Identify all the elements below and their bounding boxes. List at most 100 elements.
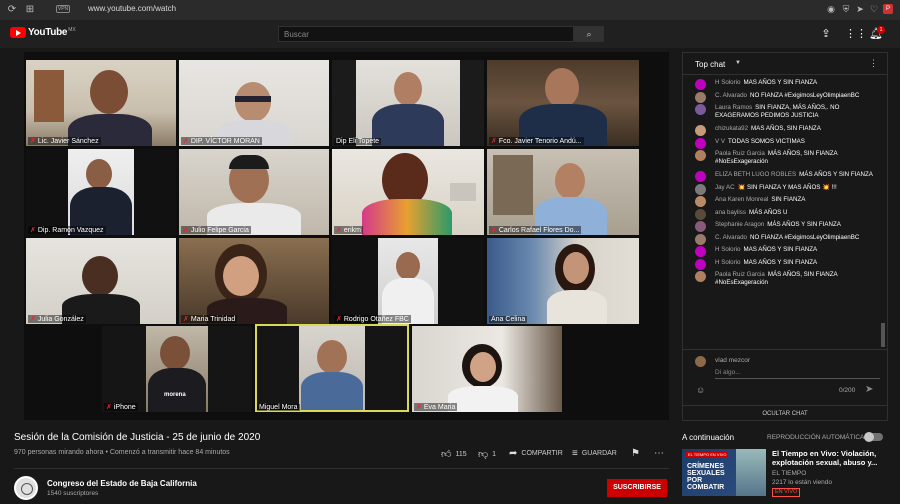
dislike-button[interactable]: 👎︎ 1 [478, 448, 496, 460]
chat-author[interactable]: V V [715, 138, 725, 145]
chat-author[interactable]: ana bayliss [715, 209, 746, 216]
muted-mic-icon: ✗ [30, 227, 36, 234]
chat-message-text: Paola Ruiz Garcia MÁS AÑOS, SIN FIANZA #N… [715, 271, 873, 287]
apps-icon[interactable]: ⋮⋮ [845, 28, 867, 40]
chat-avatar[interactable] [695, 183, 706, 195]
channel-avatar[interactable] [14, 476, 38, 500]
subscribe-button[interactable]: SUSCRIBIRSE [607, 479, 667, 497]
muted-mic-icon: ✗ [416, 404, 422, 411]
participant-tile[interactable]: ✗ DIP. VÍCTOR MORAN [179, 60, 329, 146]
search-input[interactable]: Buscar [278, 26, 574, 42]
chat-avatar[interactable] [695, 208, 706, 220]
chevron-down-icon[interactable]: ▼ [735, 60, 741, 66]
chat-input[interactable]: Di algo... [715, 369, 741, 376]
chat-avatar[interactable] [695, 233, 706, 245]
chat-avatar[interactable] [695, 171, 706, 182]
chat-author[interactable]: Paola Ruiz Garcia [715, 150, 765, 157]
search-icon: ⌕ [586, 29, 592, 39]
participant-tile[interactable]: ✗ Eva Maria [412, 326, 562, 412]
chat-avatar[interactable] [695, 125, 706, 136]
chat-avatar[interactable] [695, 271, 706, 282]
chat-author[interactable]: C. Alvarado [715, 234, 747, 241]
more-button[interactable]: ⋯ [654, 448, 668, 459]
channel-name[interactable]: Congreso del Estado de Baja California [47, 479, 197, 488]
up-next-title[interactable]: El Tiempo en Vivo: Violación, explotació… [772, 449, 892, 467]
chat-author[interactable]: Laura Ramos [715, 104, 752, 111]
active-speaker-tile[interactable]: Miguel Mora [255, 324, 409, 412]
chat-author[interactable]: Paola Ruiz Garcia [715, 271, 765, 278]
chat-message-text: V V TODAS SOMOS VICTIMAS [715, 138, 873, 146]
subscriber-count: 1540 suscriptores [47, 490, 99, 497]
participant-tile[interactable]: ✗ Dip. Ramon Vazquez [26, 149, 176, 235]
upload-icon[interactable]: ⇪ [820, 28, 832, 40]
chat-text: MÁS AÑOS Y SIN FIANZA [799, 171, 873, 178]
participant-tile[interactable]: ✗ Julio Felipe Garcia [179, 149, 329, 235]
participant-tile[interactable]: ✗ Maria Trinidad [179, 238, 329, 324]
chat-scrollbar[interactable] [881, 323, 885, 347]
search-button[interactable]: ⌕ [574, 26, 604, 42]
up-next-thumbnail[interactable]: EL TIEMPO EN VIVO CRÍMENES SEXUALES POR … [682, 449, 766, 496]
youtube-logo[interactable]: YouTube MX [10, 27, 76, 38]
flag-icon: ⚑ [631, 448, 640, 459]
user-avatar [695, 356, 706, 367]
like-button[interactable]: 👍︎ 115 [441, 448, 467, 460]
chat-author[interactable]: Ana Karen Monreal [715, 196, 768, 203]
report-button[interactable]: ⚑ [631, 448, 644, 459]
apps-grid-icon[interactable]: ⊞ [24, 4, 36, 16]
chat-avatar[interactable] [695, 246, 706, 257]
chat-author[interactable]: Jay AC [715, 184, 735, 191]
emoji-icon[interactable]: ☺ [696, 385, 705, 395]
heart-icon[interactable]: ♡ [869, 4, 879, 14]
chat-author[interactable]: ELIZA BETH LUGO ROBLES [715, 171, 796, 178]
reload-icon[interactable]: ⟳ [6, 4, 18, 16]
chat-message-text: Ana Karen Monreal SIN FIANZA [715, 196, 873, 204]
browser-toolbar: ⟳ ⊞ VPN www.youtube.com/watch ◉ ⛨ ➤ ♡ P [0, 0, 900, 20]
chat-avatar[interactable] [695, 150, 706, 161]
participant-tile[interactable]: ✗ Julia González [26, 238, 176, 324]
chat-author[interactable]: H Solorio [715, 259, 740, 266]
char-counter: 0/200 [839, 387, 856, 394]
hide-chat-button[interactable]: OCULTAR CHAT [683, 405, 887, 421]
autoplay-toggle[interactable] [864, 432, 883, 442]
more-vert-icon[interactable]: ⋮ [869, 58, 878, 69]
extension-icon[interactable]: P [883, 4, 893, 14]
up-next-channel: EL TIEMPO [772, 470, 807, 477]
chat-avatar[interactable] [695, 196, 706, 207]
chat-avatar[interactable] [695, 258, 706, 270]
chat-avatar[interactable] [695, 79, 706, 90]
chat-author[interactable]: chizukata92 [715, 125, 748, 132]
save-button[interactable]: ≡ GUARDAR [572, 448, 617, 459]
chat-author[interactable]: H Solorio [715, 246, 740, 253]
participant-tile[interactable]: ✗ Carlos Rafael Flores Do... [487, 149, 639, 235]
youtube-header: YouTube MX Buscar ⌕ ⇪ ⋮⋮ 🔔︎ 1 [0, 20, 900, 48]
chat-mode-dropdown[interactable]: Top chat [695, 60, 725, 69]
send-icon[interactable]: ➤ [865, 384, 873, 395]
participant-tile[interactable]: ✗ Lic. Javier Sánchez [26, 60, 176, 146]
muted-mic-icon: ✗ [336, 227, 342, 234]
chat-author[interactable]: Stephanie Aragon [715, 221, 764, 228]
participant-tile[interactable]: ✗ Fco. Javier Tenorio Andú... [487, 60, 639, 146]
address-bar[interactable]: www.youtube.com/watch [88, 4, 176, 13]
camera-icon[interactable]: ◉ [826, 4, 836, 14]
participant-name: Miguel Mora [257, 404, 300, 411]
participant-tile[interactable]: morena ✗ iPhone [102, 326, 252, 412]
chat-message-list[interactable]: H Solorio MAS AÑOS Y SIN FIANZA C. Alvarad… [683, 77, 883, 347]
vpn-badge-icon[interactable]: VPN [56, 5, 70, 13]
chat-avatar[interactable] [695, 221, 706, 232]
participant-tile[interactable]: ✗ erikm [332, 149, 484, 235]
participant-tile[interactable]: Ana Celina [487, 238, 639, 324]
participant-tile[interactable]: ✗ Rodrigo Otañez FBC [332, 238, 484, 324]
autoplay-label: REPRODUCCIÓN AUTOMÁTICA [767, 434, 865, 441]
video-player[interactable]: ✗ Lic. Javier Sánchez ✗ DIP. VÍCTOR MORAN … [24, 52, 669, 420]
chat-author[interactable]: C. Alvarado [715, 92, 747, 99]
share-button[interactable]: ➦ COMPARTIR [509, 448, 563, 459]
participant-name: ✗ erikm [334, 226, 363, 234]
chat-avatar[interactable] [695, 137, 706, 149]
shield-icon[interactable]: ⛨ [841, 4, 851, 14]
send-icon[interactable]: ➤ [855, 4, 865, 14]
chat-avatar[interactable] [695, 104, 706, 115]
participant-tile[interactable]: Dip Eli Topete [332, 60, 484, 146]
participant-name: ✗ iPhone [104, 403, 138, 411]
chat-author[interactable]: H Solorio [715, 79, 740, 86]
chat-avatar[interactable] [695, 91, 706, 103]
